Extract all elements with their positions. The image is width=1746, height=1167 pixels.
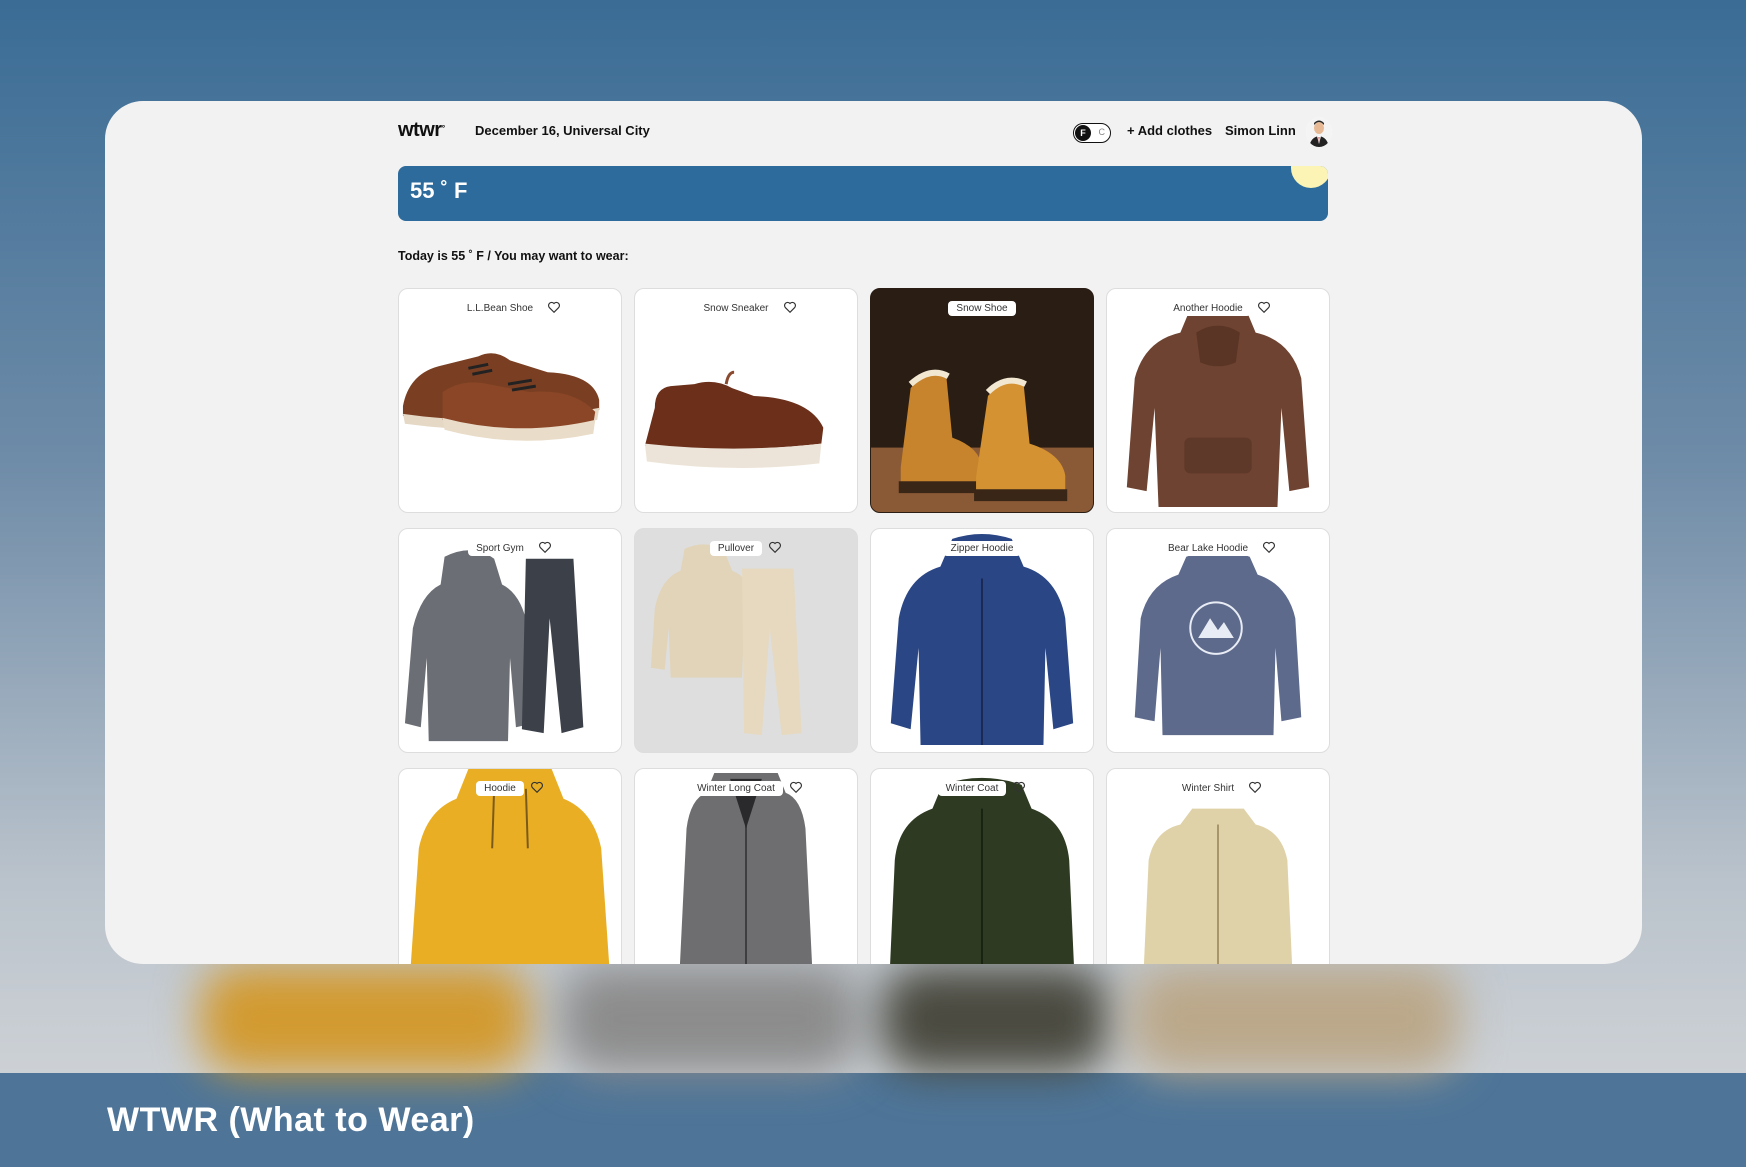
yellow-hoodie-image (410, 769, 610, 964)
winter-shirt-image (1143, 808, 1293, 964)
shoe-image (644, 370, 824, 468)
item-label-wrap: Winter Coat (871, 778, 1093, 796)
heart-icon[interactable] (789, 780, 803, 794)
item-name: Winter Coat (937, 781, 1007, 796)
header: wtwr° December 16, Universal City F C + … (398, 117, 1332, 147)
heart-icon[interactable] (530, 780, 544, 794)
heart-icon[interactable] (768, 540, 782, 554)
hoodie-image (1126, 302, 1310, 508)
item-card[interactable]: Bear Lake Hoodie (1106, 528, 1330, 753)
item-label-wrap: Snow Sneaker (635, 298, 857, 316)
heart-icon[interactable] (783, 300, 797, 314)
zipper-hoodie-image (890, 533, 1074, 746)
bear-lake-hoodie-image (1134, 550, 1302, 736)
item-label-wrap: Sport Gym (399, 538, 621, 556)
toggle-knob-f: F (1075, 125, 1091, 141)
browser-frame: wtwr° December 16, Universal City F C + … (105, 101, 1642, 964)
blurred-reflection (560, 965, 860, 1073)
item-label-wrap: Bear Lake Hoodie (1107, 538, 1329, 556)
item-label-wrap: Another Hoodie (1107, 298, 1329, 316)
item-card[interactable]: Zipper Hoodie (870, 528, 1094, 753)
item-card[interactable]: Pullover (634, 528, 858, 753)
item-name: Sport Gym (468, 541, 532, 556)
sun-icon (1291, 166, 1328, 188)
item-card[interactable]: Winter Coat (870, 768, 1094, 964)
item-label-wrap: Winter Shirt (1107, 778, 1329, 796)
logo[interactable]: wtwr° (398, 117, 445, 143)
item-name: Bear Lake Hoodie (1159, 541, 1257, 556)
item-card[interactable]: Winter Shirt (1106, 768, 1330, 964)
heart-icon[interactable] (538, 540, 552, 554)
item-card[interactable]: Hoodie (398, 768, 622, 964)
item-card[interactable]: Winter Long Coat (634, 768, 858, 964)
avatar[interactable] (1306, 117, 1332, 147)
pullover-image (650, 544, 802, 736)
heart-icon[interactable] (1012, 780, 1026, 794)
item-name: Snow Shoe (948, 301, 1016, 316)
item-name: Zipper Hoodie (942, 541, 1022, 556)
item-name: Pullover (709, 541, 763, 556)
item-card[interactable]: Another Hoodie (1106, 288, 1330, 513)
item-label-wrap: Zipper Hoodie (871, 538, 1093, 556)
blurred-reflection (1130, 965, 1460, 1073)
item-name: Winter Shirt (1173, 781, 1243, 796)
temperature-display: 55 ˚ F (410, 178, 468, 203)
item-card[interactable]: Snow Sneaker (634, 288, 858, 513)
project-caption: WTWR (What to Wear) (107, 1101, 475, 1139)
item-label-wrap: Hoodie (399, 778, 621, 796)
boots-image (871, 289, 1093, 512)
long-coat-image (679, 772, 813, 964)
item-label-wrap: Pullover (635, 538, 857, 556)
add-clothes-button[interactable]: + Add clothes (1127, 123, 1212, 138)
item-name: Hoodie (476, 781, 524, 796)
item-card[interactable]: L.L.Bean Shoe (398, 288, 622, 513)
item-card[interactable]: Snow Shoe (870, 288, 1094, 513)
blurred-reflection (200, 965, 530, 1073)
winter-coat-image (890, 777, 1074, 964)
item-label-wrap: Winter Long Coat (635, 778, 857, 796)
item-name: L.L.Bean Shoe (458, 301, 542, 316)
item-name: Snow Sneaker (695, 301, 777, 316)
item-name: Winter Long Coat (689, 781, 783, 796)
recommendation-text: Today is 55 ˚ F / You may want to wear: (398, 249, 629, 263)
username[interactable]: Simon Linn (1225, 123, 1296, 138)
heart-icon[interactable] (547, 300, 561, 314)
item-name: Another Hoodie (1165, 301, 1251, 316)
date-location: December 16, Universal City (475, 123, 650, 138)
heart-icon[interactable] (1257, 300, 1271, 314)
item-label-wrap: L.L.Bean Shoe (399, 298, 621, 316)
tracksuit-image (404, 550, 584, 742)
item-label-wrap: Snow Shoe (871, 298, 1093, 316)
shoe-image (402, 353, 600, 441)
item-card[interactable]: Sport Gym (398, 528, 622, 753)
toggle-option-c: C (1098, 127, 1106, 137)
blurred-reflection (880, 965, 1110, 1073)
app-container: wtwr° December 16, Universal City F C + … (398, 101, 1332, 964)
heart-icon[interactable] (1248, 780, 1262, 794)
weather-card: 55 ˚ F (398, 166, 1328, 221)
heart-icon[interactable] (1262, 540, 1276, 554)
temperature-unit-toggle[interactable]: F C (1073, 123, 1111, 143)
